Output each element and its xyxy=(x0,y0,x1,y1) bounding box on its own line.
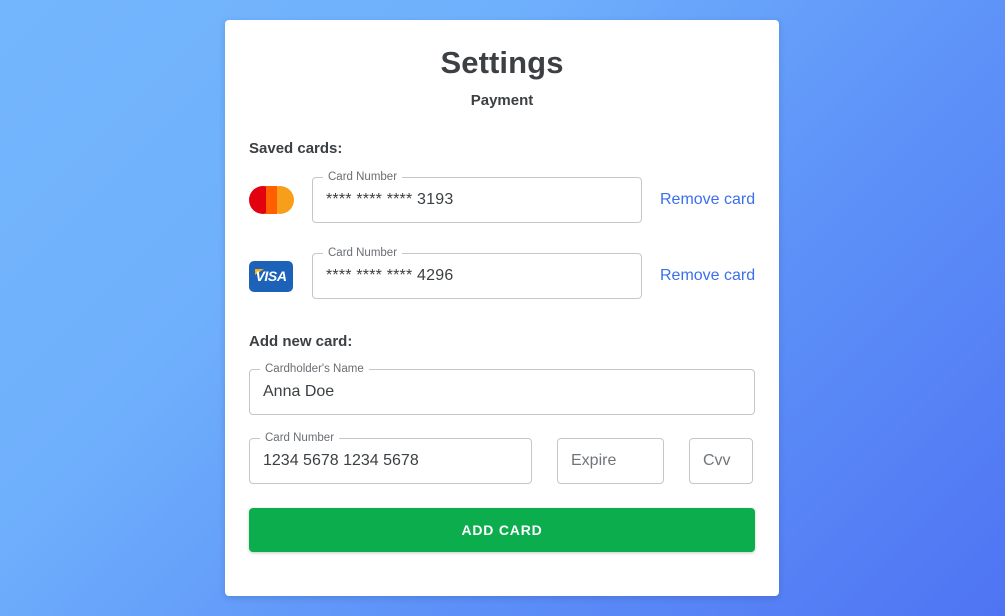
settings-panel: Settings Payment Saved cards: Card Numbe… xyxy=(225,20,779,596)
new-card-number-field[interactable]: Card Number 1234 5678 1234 5678 xyxy=(249,431,532,484)
page-title: Settings xyxy=(440,45,564,80)
cardholder-name-value: Anna Doe xyxy=(263,383,335,400)
visa-logo: VISA xyxy=(249,259,295,293)
add-card-button[interactable]: ADD CARD xyxy=(249,508,755,552)
cardholder-name-label: Cardholder's Name xyxy=(260,362,369,376)
page-background: Settings Payment Saved cards: Card Numbe… xyxy=(0,0,1005,616)
new-card-number-label: Card Number xyxy=(260,431,340,445)
remove-card-link-1[interactable]: Remove card xyxy=(660,190,755,210)
cvv-placeholder: Cvv xyxy=(703,452,731,469)
saved-card-row: VISA Card Number **** **** **** 4296 Rem… xyxy=(249,246,755,302)
visa-logo-text: VISA xyxy=(255,268,287,284)
saved-card-number-field-1[interactable]: Card Number **** **** **** 3193 xyxy=(312,170,642,223)
page-subtitle: Payment xyxy=(470,92,534,109)
cvv-field[interactable]: Cvv xyxy=(689,438,753,484)
mastercard-overlap xyxy=(266,186,277,214)
new-card-number-value: 1234 5678 1234 5678 xyxy=(263,452,419,469)
cardholder-name-field[interactable]: Cardholder's Name Anna Doe xyxy=(249,362,755,415)
saved-card-number-field-2[interactable]: Card Number **** **** **** 4296 xyxy=(312,246,642,299)
saved-card-number-label-1: Card Number xyxy=(323,170,403,184)
saved-card-row: Card Number **** **** **** 3193 Remove c… xyxy=(249,170,755,226)
saved-cards-list: Card Number **** **** **** 3193 Remove c… xyxy=(249,170,755,302)
remove-card-link-2[interactable]: Remove card xyxy=(660,266,755,286)
saved-card-number-label-2: Card Number xyxy=(323,246,403,260)
mastercard-logo xyxy=(249,183,295,217)
expire-field[interactable]: Expire xyxy=(557,438,664,484)
add-new-card-heading: Add new card: xyxy=(249,333,353,350)
card-details-row: Card Number 1234 5678 1234 5678 Expire C… xyxy=(249,431,755,484)
expire-placeholder: Expire xyxy=(571,452,617,469)
saved-cards-heading: Saved cards: xyxy=(249,140,343,157)
add-card-form: Cardholder's Name Anna Doe Card Number 1… xyxy=(249,362,755,552)
saved-card-number-value-2: **** **** **** 4296 xyxy=(326,267,454,284)
saved-card-number-value-1: **** **** **** 3193 xyxy=(326,191,454,208)
